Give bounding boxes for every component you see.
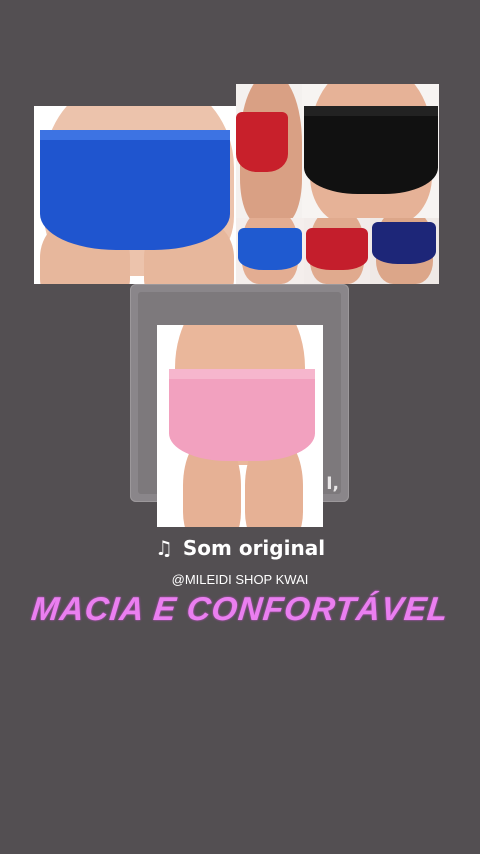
blue-briefs-photo (34, 106, 236, 284)
caption: MACIA E CONFORTÁVEL (29, 590, 451, 627)
card-glyph: I, (326, 474, 339, 494)
red-briefs-back-photo (236, 84, 302, 218)
red-briefs-small-photo (304, 218, 370, 284)
creator-handle[interactable]: @MILEIDI SHOP KWAI (0, 572, 480, 587)
music-note-icon: ♫ (154, 536, 173, 560)
navy-briefs-small-photo (370, 218, 439, 284)
sound-title-text: Som original (182, 536, 326, 560)
blue-briefs-small-photo (236, 218, 304, 284)
sound-title[interactable]: ♫ Som original (0, 536, 480, 560)
black-briefs-photo (302, 84, 439, 218)
pink-briefs-photo (157, 325, 323, 527)
